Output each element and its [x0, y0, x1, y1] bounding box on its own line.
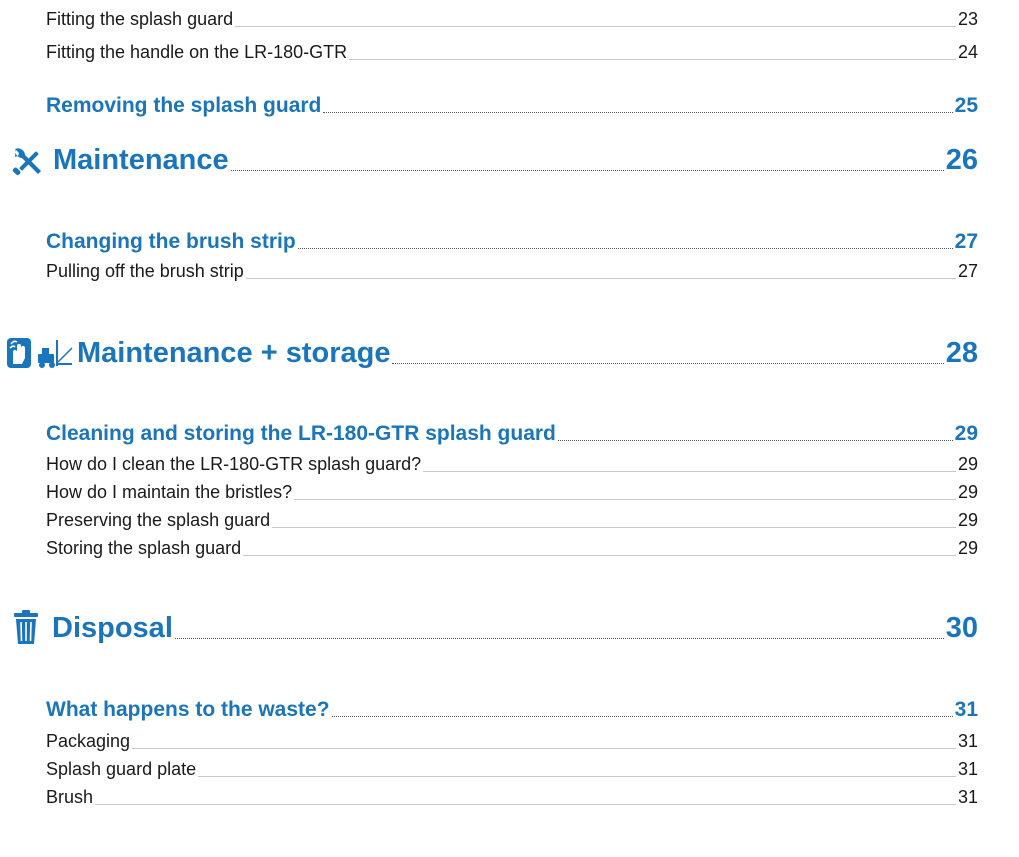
toc-chapter-page: 28	[945, 337, 978, 369]
toc-entry-label: Storing the splash guard	[46, 538, 242, 558]
toc-chapter-page: 26	[945, 144, 978, 176]
toc-entry-page: 31	[957, 787, 978, 807]
toc-section-page: 29	[954, 422, 978, 445]
toc-section[interactable]: What happens to the waste? 31	[46, 696, 978, 722]
toc-leader	[331, 716, 953, 717]
toc-entry-page: 23	[957, 9, 978, 29]
toc-entry-page: 24	[957, 42, 978, 62]
toc-chapter-page: 30	[945, 612, 978, 644]
toc-entry-page: 31	[957, 731, 978, 751]
toc-leader	[349, 59, 956, 60]
toc-entry-label: Fitting the splash guard	[46, 9, 234, 29]
toc-entry-label: How do I maintain the bristles?	[46, 482, 293, 502]
toc-entry[interactable]: Packaging 31	[46, 730, 978, 752]
toc-section-label: Changing the brush strip	[46, 230, 296, 253]
toc-leader	[95, 804, 956, 805]
toc-entry-label: Pulling off the brush strip	[46, 261, 244, 281]
toc-leader	[245, 278, 956, 279]
toc-entry[interactable]: Fitting the splash guard 23	[46, 8, 978, 30]
toc-leader	[272, 527, 956, 528]
toc-entry[interactable]: Storing the splash guard 29	[46, 537, 978, 559]
toc-entry-page: 27	[957, 261, 978, 281]
toc-entry-label: Packaging	[46, 731, 131, 751]
toc-entry-page: 29	[957, 454, 978, 474]
toc-chapter-label: Maintenance	[53, 144, 229, 176]
toc-section-label: Removing the splash guard	[46, 94, 322, 117]
toc-leader	[243, 555, 956, 556]
toc-leader	[235, 26, 956, 27]
toc-leader	[557, 440, 953, 441]
tools-icon	[12, 148, 41, 176]
toc-entry[interactable]: Preserving the splash guard 29	[46, 509, 978, 531]
toc-section-label: What happens to the waste?	[46, 698, 330, 721]
toc-entry[interactable]: Brush 31	[46, 786, 978, 808]
toc-section-label: Cleaning and storing the LR-180-GTR spla…	[46, 422, 556, 445]
toc-chapter[interactable]: Maintenance 26	[53, 143, 978, 177]
toc-section-page: 27	[954, 230, 978, 253]
toc-chapter-label: Disposal	[52, 612, 173, 644]
toc-leader	[392, 363, 944, 364]
toc-entry-label: Splash guard plate	[46, 759, 197, 779]
toc-entry-label: How do I clean the LR-180-GTR splash gua…	[46, 454, 422, 474]
toc-leader	[132, 748, 956, 749]
toc-section[interactable]: Removing the splash guard 25	[46, 92, 978, 118]
toc-entry-label: Brush	[46, 787, 94, 807]
toc-leader	[294, 499, 956, 500]
toc-leader	[174, 638, 944, 639]
toc-section[interactable]: Changing the brush strip 27	[46, 228, 978, 254]
toc-entry-page: 29	[957, 538, 978, 558]
toc-section-page: 25	[954, 94, 978, 117]
toc-leader	[423, 471, 956, 472]
toc-leader	[297, 248, 953, 249]
hand-cleaning-and-forklift-icon	[7, 338, 73, 368]
toc-entry-label: Fitting the handle on the LR-180-GTR	[46, 42, 348, 62]
toc-entry[interactable]: Splash guard plate 31	[46, 758, 978, 780]
toc-entry-page: 29	[957, 510, 978, 530]
toc-entry-label: Preserving the splash guard	[46, 510, 271, 530]
toc-leader	[323, 112, 953, 113]
toc-leader	[230, 170, 944, 171]
toc-entry[interactable]: Pulling off the brush strip 27	[46, 260, 978, 282]
toc-entry[interactable]: How do I clean the LR-180-GTR splash gua…	[46, 453, 978, 475]
toc-entry[interactable]: How do I maintain the bristles? 29	[46, 481, 978, 503]
toc-chapter[interactable]: Maintenance + storage 28	[77, 336, 978, 370]
toc-entry-page: 31	[957, 759, 978, 779]
toc-chapter[interactable]: Disposal 30	[52, 611, 978, 645]
toc-section-page: 31	[954, 698, 978, 721]
trash-bin-icon	[14, 610, 38, 644]
toc-section[interactable]: Cleaning and storing the LR-180-GTR spla…	[46, 420, 978, 446]
toc-leader	[198, 776, 956, 777]
toc-chapter-label: Maintenance + storage	[77, 337, 391, 369]
toc-entry[interactable]: Fitting the handle on the LR-180-GTR 24	[46, 41, 978, 63]
toc-entry-page: 29	[957, 482, 978, 502]
